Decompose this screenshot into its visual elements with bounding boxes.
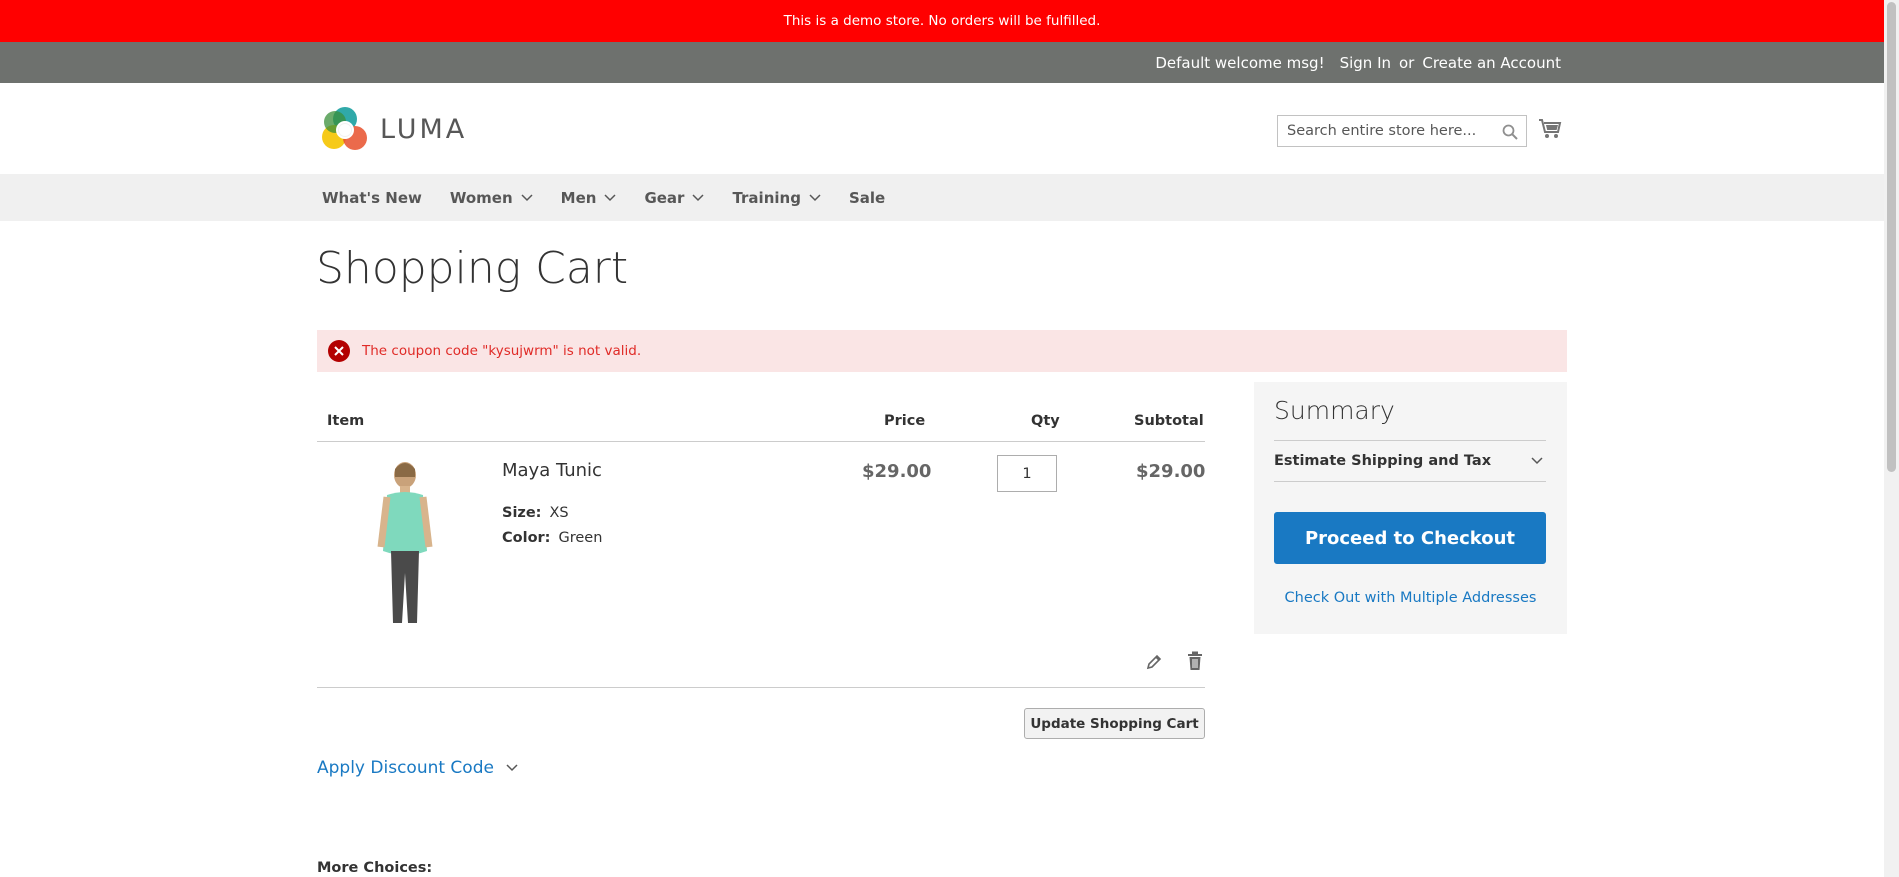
summary-title: Summary [1274,396,1395,425]
product-option-color: Color: Green [502,530,602,546]
column-header-price: Price [884,413,926,429]
nav-item-men[interactable]: Men [561,189,617,207]
multi-address-checkout-link[interactable]: Check Out with Multiple Addresses [1254,590,1567,606]
chevron-down-icon [506,764,518,772]
nav-item-whats-new[interactable]: What's New [322,189,422,207]
page-title: Shopping Cart [316,243,629,294]
row-divider [317,687,1205,688]
nav-item-label: Women [449,188,513,207]
trash-icon[interactable] [1186,651,1204,671]
header-content: LUMA [0,83,1884,174]
main-navigation: What's New Women Men Gear Training Sale [0,174,1884,221]
search-box [1277,115,1527,147]
column-header-item: Item [327,413,365,429]
column-header-subtotal: Subtotal [1134,413,1204,429]
luma-logo-icon [322,107,367,150]
chevron-down-icon [604,193,616,201]
summary-divider [1274,481,1546,482]
logo[interactable]: LUMA [322,105,467,153]
more-choices-heading: More Choices: [317,860,433,876]
nav-item-gear[interactable]: Gear [644,189,704,207]
cart-icon[interactable] [1538,117,1562,141]
nav-item-sale[interactable]: Sale [849,189,885,207]
sign-in-link[interactable]: Sign In [1340,54,1391,72]
nav-item-label: Men [560,188,597,207]
create-account-link[interactable]: Create an Account [1422,54,1561,72]
search-icon[interactable] [1502,124,1518,140]
nav-item-label: Sale [848,188,886,207]
header-links: Default welcome msg! Sign In or Create a… [1155,42,1561,83]
nav-item-label: What's New [322,188,422,207]
item-price: $29.00 [862,461,932,482]
chevron-down-icon [692,193,704,201]
search-input[interactable] [1278,116,1488,146]
error-text: The coupon code "kysujwrm" is not valid. [362,343,642,359]
scrollbar-thumb[interactable] [1887,2,1896,472]
scrollbar[interactable] [1884,0,1899,877]
product-option-size: Size: XS [502,505,569,521]
update-cart-button[interactable]: Update Shopping Cart [1024,708,1205,739]
qty-input[interactable] [997,455,1057,492]
chevron-down-icon [1531,456,1543,464]
discount-label: Apply Discount Code [317,758,494,778]
estimate-shipping-toggle[interactable]: Estimate Shipping and Tax [1274,440,1546,481]
header-divider [317,441,1205,442]
header-panel: Default welcome msg! Sign In or Create a… [0,42,1884,83]
error-icon [328,340,350,362]
nav-item-women[interactable]: Women [450,189,533,207]
edit-icon[interactable] [1145,653,1163,671]
error-message: The coupon code "kysujwrm" is not valid. [317,330,1567,372]
apply-discount-toggle[interactable]: Apply Discount Code [317,758,518,778]
chevron-down-icon [809,193,821,201]
chevron-down-icon [521,193,533,201]
nav-item-label: Training [732,188,801,207]
product-image[interactable] [335,457,475,625]
estimate-label: Estimate Shipping and Tax [1274,452,1492,469]
logo-text: LUMA [380,113,468,145]
option-value: XS [549,505,569,521]
option-label: Size: [502,505,542,521]
demo-store-notice: This is a demo store. No orders will be … [0,0,1884,42]
welcome-message: Default welcome msg! [1155,53,1325,72]
option-label: Color: [502,530,551,546]
cart-summary: Summary Estimate Shipping and Tax Procee… [1254,382,1567,634]
product-name-link[interactable]: Maya Tunic [502,460,602,481]
or-separator: or [1399,53,1415,72]
nav-item-label: Gear [644,188,685,207]
item-subtotal: $29.00 [1136,461,1206,482]
option-value: Green [558,530,603,546]
nav-item-training[interactable]: Training [732,188,821,207]
proceed-to-checkout-button[interactable]: Proceed to Checkout [1274,512,1546,564]
column-header-qty: Qty [1031,413,1060,429]
